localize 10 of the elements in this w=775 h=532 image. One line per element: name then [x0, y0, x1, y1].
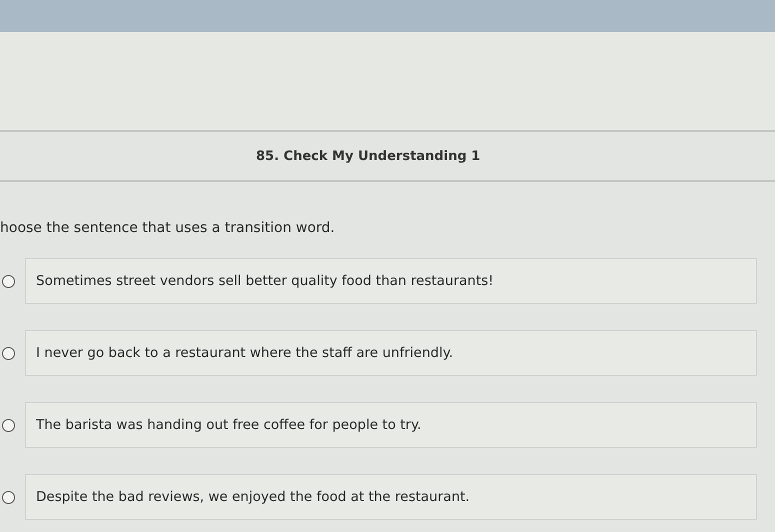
answer-option[interactable]: The barista was handing out free coffee for people to try. — [25, 402, 757, 448]
question-text: hoose the sentence that uses a transition word. — [0, 219, 336, 238]
radio-button[interactable] — [2, 490, 15, 504]
radio-button[interactable] — [2, 418, 15, 432]
radio-button[interactable] — [2, 274, 15, 288]
answer-option[interactable]: I never go back to a restaurant where the staff are unfriendly. — [25, 330, 757, 376]
answer-option[interactable]: Despite the bad reviews, we enjoyed the food at the restaurant. — [25, 474, 757, 520]
radio-button[interactable] — [2, 346, 15, 360]
answer-option[interactable]: Sometimes street vendors sell better quality food than restaurants! — [25, 258, 757, 304]
section-title: 85. Check My Understanding 1 — [256, 148, 480, 164]
